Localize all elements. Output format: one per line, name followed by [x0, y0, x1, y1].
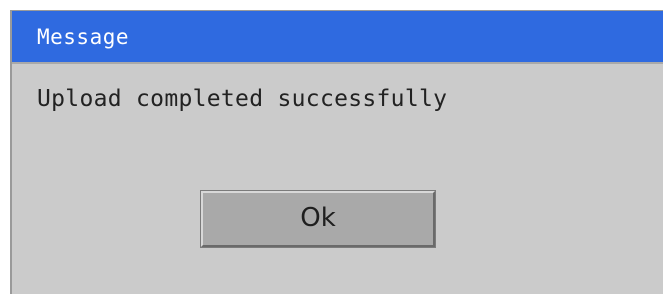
message-dialog: Message Upload completed successfully Ok: [10, 10, 663, 294]
ok-button[interactable]: Ok: [200, 190, 436, 248]
dialog-title: Message: [12, 11, 663, 64]
dialog-message-text: Upload completed successfully: [37, 86, 448, 112]
